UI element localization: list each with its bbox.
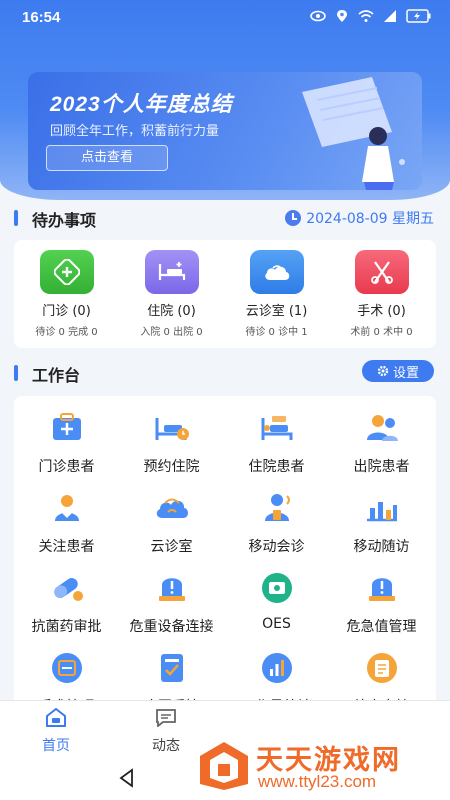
- workbench-label: 移动会诊: [248, 539, 305, 555]
- pending-label: 门诊 (0): [42, 304, 91, 319]
- outpatient-icon: [39, 250, 94, 294]
- workbench-label: 云诊室: [150, 539, 193, 555]
- nav-tab-activity[interactable]: 动态: [136, 707, 196, 755]
- workbench-item-record-quality-control[interactable]: 病历质控: [119, 640, 224, 706]
- cloud-clinic-icon: [249, 250, 304, 294]
- pending-sub: 入院 0 出院 0: [140, 327, 203, 338]
- site-watermark: 天天游戏网 www.ttyl23.com: [196, 738, 446, 794]
- nav-label-activity: 动态: [152, 738, 180, 754]
- pending-item-outpatient[interactable]: 门诊 (0) 待诊 0 完成 0: [14, 250, 119, 342]
- discharged-patient-icon: [366, 415, 398, 441]
- pending-sub: 待诊 0 完成 0: [35, 327, 98, 338]
- workbench-item-prescription-review[interactable]: 处方审核: [329, 640, 434, 706]
- pending-sub: 待诊 0 诊中 1: [245, 327, 308, 338]
- workbench-item-cloud-room[interactable]: 云诊室: [119, 480, 224, 560]
- current-date: 2024-08-09 星期五: [285, 208, 434, 228]
- followed-patient-icon: [54, 495, 79, 521]
- surgery-icon: [354, 250, 409, 294]
- record-qc-icon: [160, 654, 183, 682]
- message-icon: [156, 709, 176, 728]
- workbench-label: 移动随访: [353, 539, 410, 555]
- pending-sub: 术前 0 术中 0: [350, 327, 413, 338]
- workbench-label: 危急值管理: [346, 619, 417, 635]
- workbench-label: 预约住院: [143, 459, 200, 475]
- workbench-item-followed-patients[interactable]: 关注患者: [14, 480, 119, 560]
- oes-icon: [261, 573, 292, 603]
- location-icon: [337, 10, 347, 22]
- clock-icon: [285, 210, 302, 226]
- alarm-device-icon: [158, 578, 185, 601]
- section-accent-bar: [14, 365, 18, 381]
- prescription-icon: [366, 653, 397, 683]
- workbench-item-antibiotic-approval[interactable]: 抗菌药审批: [14, 560, 119, 640]
- pending-item-surgery[interactable]: 手术 (0) 术前 0 术中 0: [329, 250, 434, 342]
- annual-summary-banner[interactable]: 2023个人年度总结 回顾全年工作，积蓄前行力量 点击查看: [28, 72, 422, 190]
- workbench-title: 工作台: [32, 366, 81, 385]
- hospital-bed-icon: [144, 250, 199, 294]
- signal-icon: [384, 10, 396, 22]
- nav-tab-home[interactable]: 首页: [26, 707, 86, 755]
- status-bar: 16:54: [0, 0, 450, 36]
- workbench-card: 门诊患者 预约住院 住院患者 出院患者 关注患者 云诊室 移动会诊 移动随访 抗…: [14, 396, 436, 706]
- outpatient-patient-icon: [52, 413, 81, 440]
- stats-chart-icon: [261, 653, 292, 683]
- workbench-item-workload-statistics[interactable]: 工作量统计: [224, 640, 329, 706]
- workbench-label: OES: [262, 616, 291, 632]
- settings-label: 设置: [392, 365, 419, 381]
- workbench-label: 关注患者: [38, 539, 95, 555]
- cloud-room-icon: [156, 498, 188, 518]
- workbench-label: 门诊患者: [38, 459, 95, 475]
- settings-button[interactable]: 设置: [362, 360, 434, 382]
- pending-title: 待办事项: [32, 211, 97, 230]
- pending-section-header: 待办事项 2024-08-09 星期五: [14, 207, 434, 230]
- workbench-item-critical-device-connection[interactable]: 危重设备连接: [119, 560, 224, 640]
- surgery-manage-icon: [51, 653, 82, 683]
- wifi-icon: [358, 10, 374, 22]
- workbench-item-mobile-consultation[interactable]: 移动会诊: [224, 480, 329, 560]
- pill-icon: [53, 577, 83, 601]
- workbench-item-discharged-patients[interactable]: 出院患者: [329, 400, 434, 480]
- pending-card: 门诊 (0) 待诊 0 完成 0 住院 (0) 入院 0 出院 0 云诊室 (1…: [14, 240, 436, 348]
- watermark-logo-icon: [200, 742, 248, 790]
- banner-illustration: [302, 77, 405, 190]
- pending-label: 云诊室 (1): [245, 304, 308, 319]
- mobile-followup-icon: [366, 502, 397, 522]
- workbench-item-outpatient-patients[interactable]: 门诊患者: [14, 400, 119, 480]
- banner-subtitle: 回顾全年工作，积蓄前行力量: [50, 124, 220, 139]
- workbench-item-inpatients[interactable]: 住院患者: [224, 400, 329, 480]
- pending-label: 手术 (0): [357, 304, 406, 319]
- gear-icon: [377, 365, 389, 377]
- back-triangle-icon[interactable]: [118, 768, 136, 788]
- mobile-consult-icon: [264, 494, 290, 521]
- workbench-item-appointment-hospitalization[interactable]: 预约住院: [119, 400, 224, 480]
- battery-icon: [406, 9, 431, 23]
- view-summary-button[interactable]: 点击查看: [46, 145, 168, 171]
- banner-title: 2023个人年度总结: [50, 93, 233, 116]
- home-icon: [46, 707, 66, 727]
- workbench-label: 抗菌药审批: [31, 619, 102, 635]
- pending-item-inpatient[interactable]: 住院 (0) 入院 0 出院 0: [119, 250, 224, 342]
- eye-icon: [310, 10, 326, 22]
- workbench-section-header: 工作台 设置: [14, 360, 434, 385]
- nav-label-home: 首页: [42, 738, 70, 754]
- workbench-item-oes[interactable]: OES: [224, 560, 329, 640]
- appointment-bed-icon: [155, 418, 189, 440]
- workbench-label: 出院患者: [353, 459, 410, 475]
- pending-label: 住院 (0): [147, 304, 196, 319]
- workbench-item-surgery-management[interactable]: 手术管理: [14, 640, 119, 706]
- inpatient-icon: [261, 416, 292, 440]
- date-text: 2024-08-09 星期五: [306, 211, 434, 227]
- workbench-label: 住院患者: [248, 459, 305, 475]
- pending-item-cloud-clinic[interactable]: 云诊室 (1) 待诊 0 诊中 1: [224, 250, 329, 342]
- status-time: 16:54: [22, 9, 61, 26]
- workbench-item-critical-value-management[interactable]: 危急值管理: [329, 560, 434, 640]
- section-accent-bar: [14, 210, 18, 226]
- watermark-url: www.ttyl23.com: [258, 772, 377, 791]
- status-icons: [310, 9, 432, 23]
- critical-alarm-icon: [368, 578, 395, 601]
- workbench-label: 危重设备连接: [129, 619, 214, 635]
- workbench-item-mobile-followup[interactable]: 移动随访: [329, 480, 434, 560]
